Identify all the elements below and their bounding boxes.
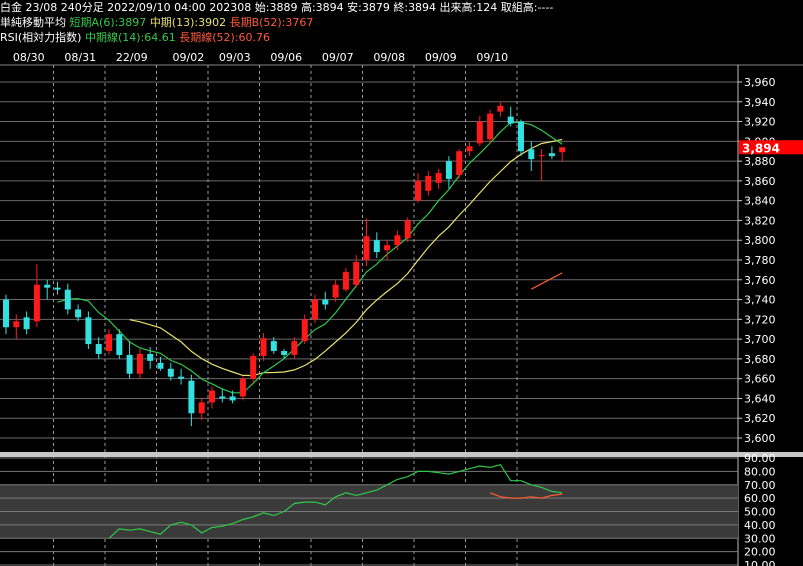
ma-long-line [531, 272, 563, 290]
candle-body [260, 338, 267, 356]
candle-body [384, 245, 391, 251]
candle-body [404, 220, 411, 239]
candle-body [147, 353, 154, 361]
price-tick-label: 3,700 [744, 333, 776, 346]
rsi-tick-label: 10.00 [744, 559, 776, 566]
rsi-tick-label: 40.00 [744, 519, 776, 532]
date-label: 09/06 [270, 51, 302, 64]
candle-body [518, 121, 524, 152]
price-tick-label: 3,840 [744, 195, 776, 208]
candle-body [425, 175, 432, 191]
candle-body [33, 284, 40, 322]
candle-body [363, 236, 370, 260]
candle-body [559, 147, 566, 153]
candle-body [136, 353, 143, 374]
candle-body [538, 155, 545, 157]
candle-body [281, 350, 288, 355]
date-label: 09/07 [322, 51, 354, 64]
candle-body [54, 287, 61, 290]
candle-body [507, 116, 514, 124]
candle-body [239, 378, 246, 397]
rsi-tick-label: 90.00 [744, 452, 776, 465]
candle-body [95, 344, 102, 354]
price-tick-label: 3,760 [744, 274, 776, 287]
candle-body [198, 402, 205, 414]
candle-body [250, 355, 257, 379]
pane-separator [0, 452, 803, 457]
rsi-tick-label: 60.00 [744, 492, 776, 505]
price-tick-label: 3,720 [744, 313, 776, 326]
price-tick-label: 3,640 [744, 392, 776, 405]
rsi-tick-label: 50.00 [744, 506, 776, 519]
candle-body [229, 396, 236, 401]
price-tick-label: 3,940 [744, 96, 776, 109]
candle-body [178, 376, 185, 379]
last-price-label: 3,894 [742, 141, 780, 155]
candle-body [373, 240, 380, 253]
price-tick-label: 3,880 [744, 155, 776, 168]
candle-body [435, 172, 442, 183]
candle-body [528, 149, 535, 160]
candle-body [3, 299, 9, 328]
candle-body [116, 334, 123, 355]
candle-body [312, 299, 318, 320]
candle-body [157, 362, 164, 369]
candle-body [394, 235, 401, 246]
date-label: 09/03 [219, 51, 251, 64]
price-tick-label: 3,600 [744, 432, 776, 445]
candle-body [44, 284, 51, 288]
candle-body [466, 146, 473, 152]
rsi-tick-label: 30.00 [744, 532, 776, 545]
date-label: 09/08 [373, 51, 405, 64]
candle-body [75, 309, 82, 318]
candle-body [126, 354, 133, 374]
candle-body [167, 368, 174, 377]
date-label: 09/10 [476, 51, 508, 64]
price-tick-label: 3,820 [744, 214, 776, 227]
date-label: 09/02 [173, 51, 205, 64]
date-label: 08/30 [13, 51, 45, 64]
candle-body [332, 284, 339, 298]
candle-body [342, 271, 349, 290]
candle-body [497, 105, 504, 112]
price-tick-label: 3,740 [744, 294, 776, 307]
candle-body [219, 396, 226, 399]
ma-mid-line [129, 138, 563, 377]
candle-body [13, 321, 20, 328]
candle-body [353, 261, 360, 285]
candle-body [476, 121, 483, 144]
candle-body [291, 341, 298, 355]
price-tick-label: 3,680 [744, 353, 776, 366]
candle-body [445, 161, 452, 179]
candle-body [64, 289, 71, 310]
price-tick-label: 3,800 [744, 234, 776, 247]
candle-body [415, 180, 421, 201]
candle-body [487, 113, 494, 140]
candle-body [270, 341, 277, 351]
candle-body [85, 317, 92, 345]
candle-body [188, 380, 195, 414]
price-tick-label: 3,660 [744, 373, 776, 386]
price-tick-label: 3,860 [744, 175, 776, 188]
rsi-tick-label: 20.00 [744, 546, 776, 559]
rsi-tick-label: 80.00 [744, 465, 776, 478]
ma-short-line [57, 121, 563, 394]
price-tick-label: 3,620 [744, 412, 776, 425]
candlestick-chart[interactable]: 08/30 08/31 22/09 09/02 09/03 09/06 09/07 09/08… [0, 0, 803, 566]
date-label: 22/09 [116, 51, 148, 64]
price-tick-label: 3,780 [744, 254, 776, 267]
candle-body [301, 319, 308, 342]
price-tick-label: 3,960 [744, 76, 776, 89]
price-tick-label: 3,920 [744, 116, 776, 129]
candle-body [209, 390, 215, 403]
date-label: 08/31 [64, 51, 96, 64]
candle-body [456, 151, 463, 175]
candle-body [106, 334, 112, 351]
candle-body [322, 299, 329, 305]
rsi-tick-label: 70.00 [744, 479, 776, 492]
candle-body [548, 153, 555, 157]
date-label: 09/09 [425, 51, 457, 64]
candle-body [23, 317, 30, 330]
